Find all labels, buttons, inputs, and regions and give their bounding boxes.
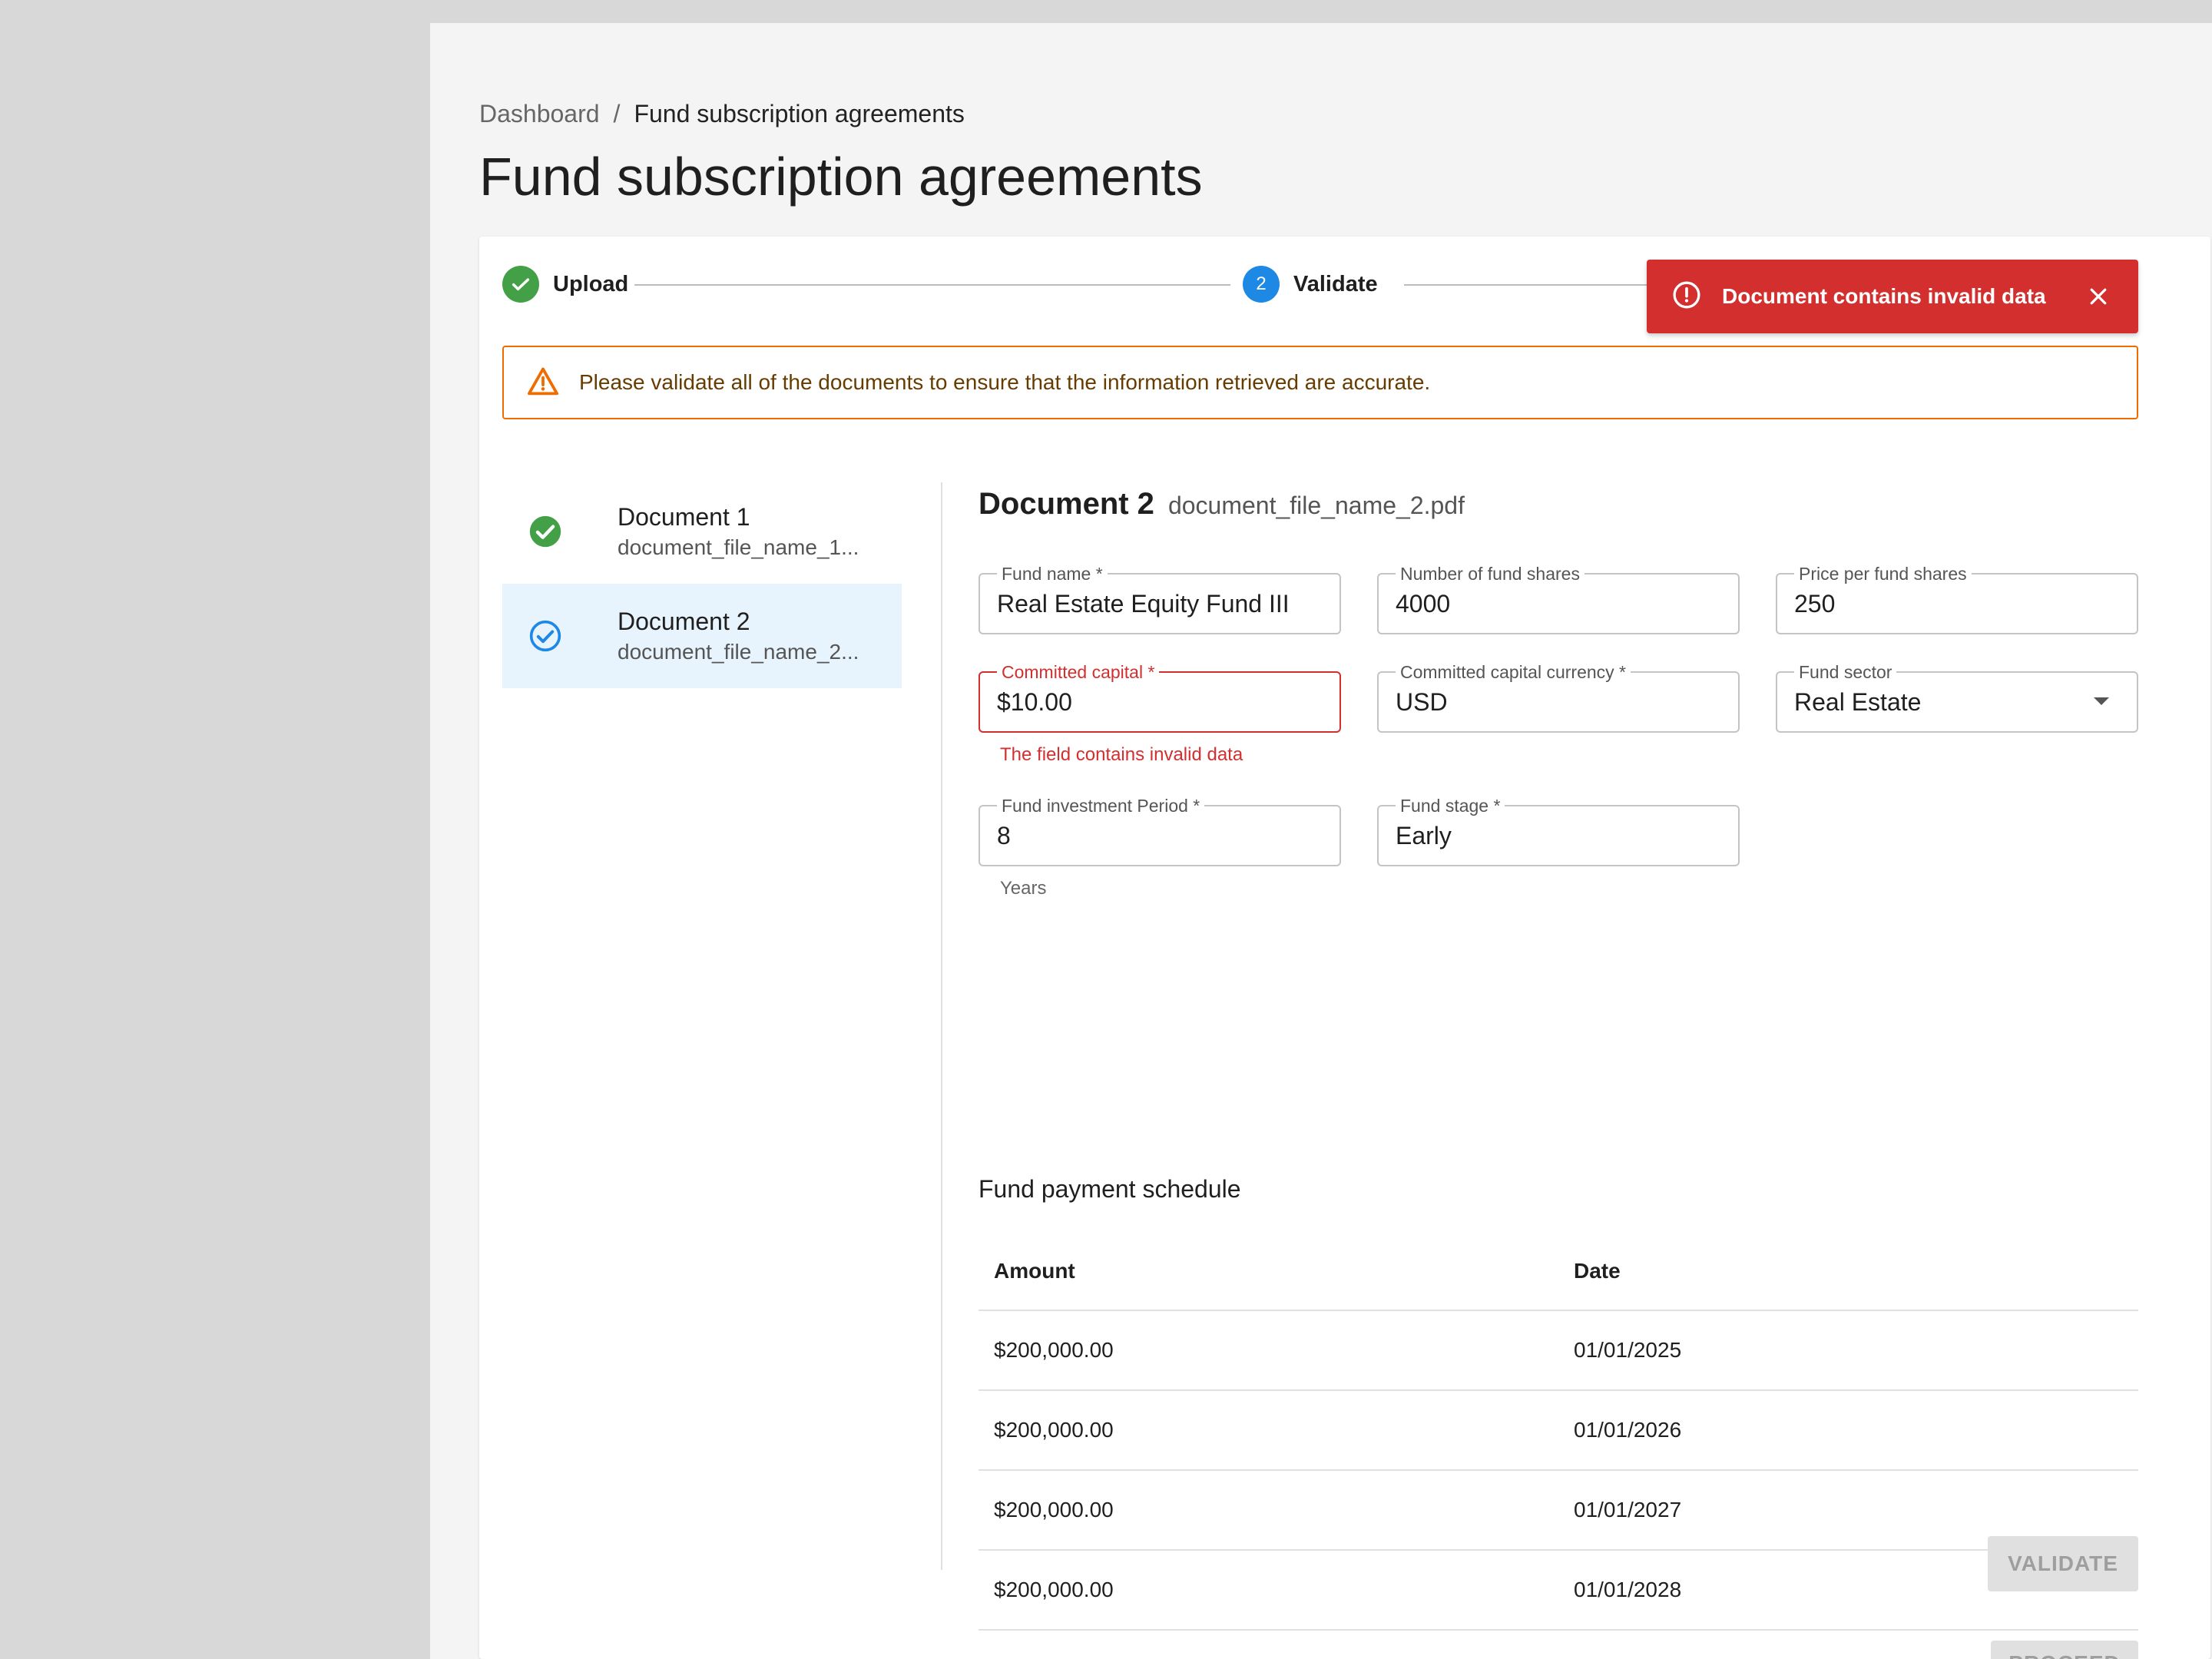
document-detail: Document 2 document_file_name_2.pdf Fund… [979, 487, 2138, 1659]
field-value: 250 [1794, 590, 1836, 618]
main-card: Upload 2 Validate Document contains inva… [479, 237, 2210, 1659]
step-connector [1404, 284, 1673, 286]
capital-currency-field[interactable]: Committed capital currency * USD [1377, 662, 1740, 733]
field-label: Price per fund shares [1794, 564, 1972, 584]
fund-stage-field[interactable]: Fund stage * Early [1377, 796, 1740, 866]
table-row: $200,000.00 01/01/2028 [979, 1550, 2138, 1631]
table-row: $200,000.00 01/01/2029 [979, 1630, 2138, 1659]
schedule-title: Fund payment schedule [979, 1175, 1241, 1203]
check-circle-outline-icon [528, 619, 562, 653]
fund-sector-select[interactable]: Fund sector Real Estate [1776, 662, 2138, 733]
amount-cell: $200,000.00 [979, 1390, 1558, 1471]
amount-cell: $200,000.00 [979, 1630, 1558, 1659]
field-label: Fund name * [997, 564, 1108, 584]
detail-filename: document_file_name_2.pdf [1167, 492, 1465, 519]
field-value: 4000 [1396, 590, 1451, 618]
field-label: Fund investment Period * [997, 796, 1205, 816]
alert-message: Please validate all of the documents to … [579, 370, 1431, 394]
breadcrumb-dashboard-link[interactable]: Dashboard [479, 100, 600, 128]
field-label: Number of fund shares [1396, 564, 1584, 584]
table-row: $200,000.00 01/01/2026 [979, 1390, 2138, 1471]
table-header-row: Amount Date [979, 1232, 2138, 1311]
page-title: Fund subscription agreements [479, 147, 1203, 207]
close-icon[interactable] [2083, 281, 2114, 312]
field-label: Fund stage * [1396, 796, 1505, 816]
breadcrumb-separator: / [613, 100, 621, 127]
payment-schedule-table: Amount Date $200,000.00 01/01/2025 $200,… [979, 1232, 2138, 1659]
document-list: Document 1 document_file_name_1... Docum… [502, 479, 902, 688]
step-connector [634, 284, 1230, 286]
document-title: Document 2 [618, 608, 750, 635]
error-icon [1671, 280, 1702, 314]
vertical-divider [941, 482, 942, 1570]
amount-cell: $200,000.00 [979, 1310, 1558, 1391]
document-list-item[interactable]: Document 2 document_file_name_2... [502, 584, 902, 688]
step-number-badge: 2 [1243, 266, 1280, 303]
column-header-amount: Amount [979, 1232, 1558, 1311]
field-value: $10.00 [997, 688, 1072, 716]
check-icon [502, 266, 539, 303]
document-title: Document 1 [618, 503, 750, 531]
fund-shares-field[interactable]: Number of fund shares 4000 [1377, 564, 1740, 634]
check-circle-icon [528, 515, 562, 548]
document-filename: document_file_name_2... [618, 640, 859, 664]
amount-cell: $200,000.00 [979, 1470, 1558, 1551]
proceed-button[interactable]: PROCEED [1991, 1641, 2138, 1659]
back-button[interactable]: BACK [1866, 1641, 1959, 1659]
dropdown-arrow-icon[interactable] [2094, 697, 2109, 705]
column-header-date: Date [1558, 1232, 2138, 1311]
field-error-text: The field contains invalid data [1000, 744, 1243, 765]
document-filename: document_file_name_1... [618, 535, 859, 559]
field-value: Real Estate Equity Fund III [997, 590, 1290, 618]
field-value: 8 [997, 822, 1011, 849]
warning-icon [527, 366, 559, 399]
date-cell: 01/01/2026 [1558, 1390, 2138, 1471]
date-cell: 01/01/2025 [1558, 1310, 2138, 1391]
field-label: Fund sector [1794, 662, 1897, 682]
table-row: $200,000.00 01/01/2025 [979, 1310, 2138, 1391]
step-upload-label: Upload [553, 271, 629, 296]
committed-capital-field[interactable]: Committed capital * $10.00 [979, 662, 1341, 733]
document-list-item[interactable]: Document 1 document_file_name_1... [502, 479, 902, 584]
field-value: Early [1396, 822, 1452, 849]
table-row: $200,000.00 01/01/2027 [979, 1470, 2138, 1551]
toast-message: Document contains invalid data [1722, 284, 2046, 308]
breadcrumb: Dashboard / Fund subscription agreements [479, 100, 965, 128]
breadcrumb-current: Fund subscription agreements [634, 100, 965, 127]
field-value: Real Estate [1794, 688, 1922, 716]
step-validate: 2 Validate [1243, 260, 1378, 309]
app-frame: Dashboard / Fund subscription agreements… [430, 23, 2212, 1659]
field-label: Committed capital currency * [1396, 662, 1631, 682]
field-helper-text: Years [1000, 878, 1047, 899]
error-toast: Document contains invalid data [1647, 260, 2138, 333]
warning-alert: Please validate all of the documents to … [502, 346, 2138, 419]
step-upload: Upload [502, 260, 628, 309]
price-per-share-field[interactable]: Price per fund shares 250 [1776, 564, 2138, 634]
amount-cell: $200,000.00 [979, 1550, 1558, 1631]
fund-name-field[interactable]: Fund name * Real Estate Equity Fund III [979, 564, 1341, 634]
field-label: Committed capital * [997, 662, 1160, 682]
field-value: USD [1396, 688, 1448, 716]
investment-period-field[interactable]: Fund investment Period * 8 [979, 796, 1341, 866]
detail-title: Document 2 [979, 487, 1154, 521]
validate-button[interactable]: VALIDATE [1988, 1536, 2138, 1591]
step-validate-label: Validate [1293, 271, 1378, 296]
